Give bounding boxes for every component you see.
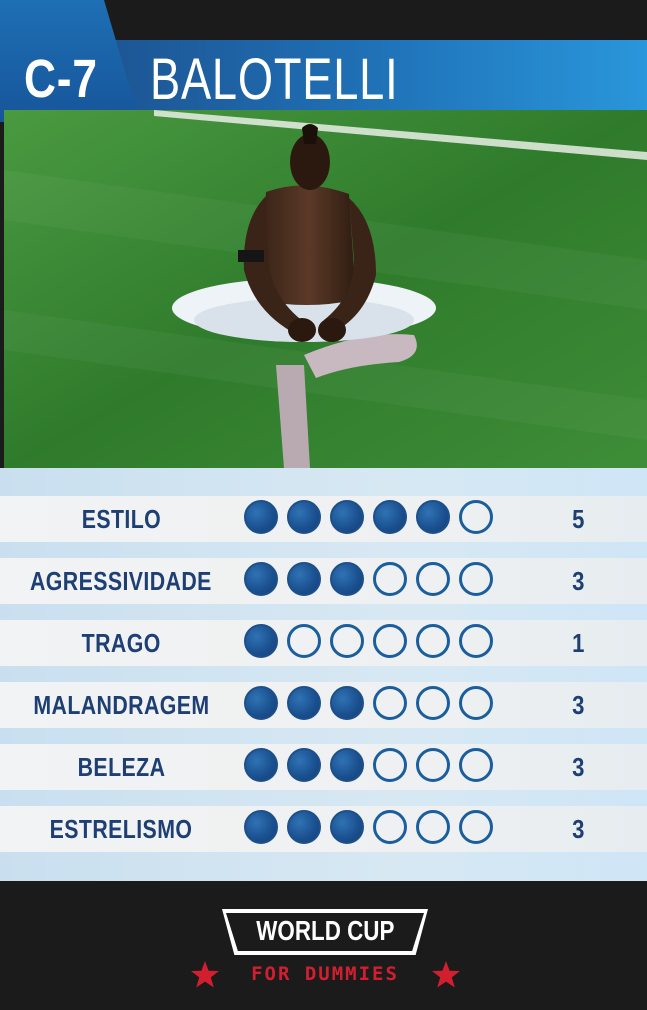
rating-dots: [244, 624, 493, 662]
rating-dot-empty: [373, 624, 407, 658]
stats-panel: ESTILO 5 AGRESSIVIDADE 3 TRAGO 1 MALANDR…: [0, 468, 647, 881]
rating-dot-empty: [459, 500, 493, 534]
stat-value: 3: [571, 814, 585, 844]
player-name: BALOTELLI: [150, 47, 399, 112]
stat-value: 3: [571, 566, 585, 596]
rating-dot-filled: [244, 748, 278, 782]
stat-row-beleza: BELEZA 3: [0, 744, 647, 790]
rating-dot-filled: [330, 810, 364, 844]
rating-dot-empty: [373, 810, 407, 844]
rating-dot-empty: [416, 686, 450, 720]
rating-dot-empty: [416, 810, 450, 844]
player-card: C-7 BALOTELLI ESTILO 5 AGRESSIVIDADE 3 T…: [0, 0, 647, 1010]
rating-dot-filled: [244, 562, 278, 596]
rating-dot-filled: [287, 686, 321, 720]
rating-dot-filled: [373, 500, 407, 534]
rating-dot-filled: [244, 500, 278, 534]
stat-value: 3: [571, 752, 585, 782]
stat-row-trago: TRAGO 1: [0, 620, 647, 666]
stat-label: ESTILO: [81, 504, 161, 534]
rating-dots: [244, 686, 493, 724]
rating-dots: [244, 810, 493, 848]
player-photo: [4, 110, 647, 468]
rating-dot-empty: [373, 562, 407, 596]
stat-row-agressividade: AGRESSIVIDADE 3: [0, 558, 647, 604]
rating-dots: [244, 748, 493, 786]
stat-label: TRAGO: [81, 628, 161, 658]
rating-dot-filled: [244, 624, 278, 658]
stat-value: 5: [571, 504, 585, 534]
rating-dots: [244, 500, 493, 538]
footer: WORLD CUP FOR DUMMIES: [0, 881, 647, 1010]
rating-dot-empty: [459, 748, 493, 782]
stat-label: ESTRELISMO: [49, 814, 193, 844]
logo-subtitle: FOR DUMMIES: [251, 963, 399, 985]
rating-dot-filled: [330, 748, 364, 782]
card-code: C-7: [24, 49, 98, 109]
rating-dot-empty: [416, 748, 450, 782]
rating-dot-filled: [330, 562, 364, 596]
stat-label: MALANDRAGEM: [32, 690, 210, 720]
stat-value: 3: [571, 690, 585, 720]
rating-dot-filled: [287, 562, 321, 596]
stat-label: BELEZA: [77, 752, 165, 782]
rating-dot-filled: [244, 686, 278, 720]
rating-dot-empty: [373, 748, 407, 782]
rating-dot-filled: [287, 748, 321, 782]
stat-label: AGRESSIVIDADE: [30, 566, 212, 596]
rating-dot-filled: [244, 810, 278, 844]
logo-title: WORLD CUP: [255, 915, 395, 946]
stat-row-malandragem: MALANDRAGEM 3: [0, 682, 647, 728]
stat-value: 1: [571, 628, 585, 658]
rating-dot-filled: [287, 810, 321, 844]
rating-dot-filled: [330, 500, 364, 534]
rating-dot-empty: [373, 686, 407, 720]
rating-dot-empty: [459, 810, 493, 844]
rating-dot-filled: [330, 686, 364, 720]
rating-dot-empty: [287, 624, 321, 658]
rating-dot-empty: [459, 562, 493, 596]
star-icon: [191, 961, 219, 988]
stat-row-estilo: ESTILO 5: [0, 496, 647, 542]
rating-dots: [244, 562, 493, 600]
rating-dot-filled: [287, 500, 321, 534]
rating-dot-filled: [416, 500, 450, 534]
rating-dot-empty: [416, 562, 450, 596]
rating-dot-empty: [416, 624, 450, 658]
rating-dot-empty: [459, 624, 493, 658]
rating-dot-empty: [459, 686, 493, 720]
rating-dot-empty: [330, 624, 364, 658]
star-icon: [432, 961, 460, 988]
stat-row-estrelismo: ESTRELISMO 3: [0, 806, 647, 852]
